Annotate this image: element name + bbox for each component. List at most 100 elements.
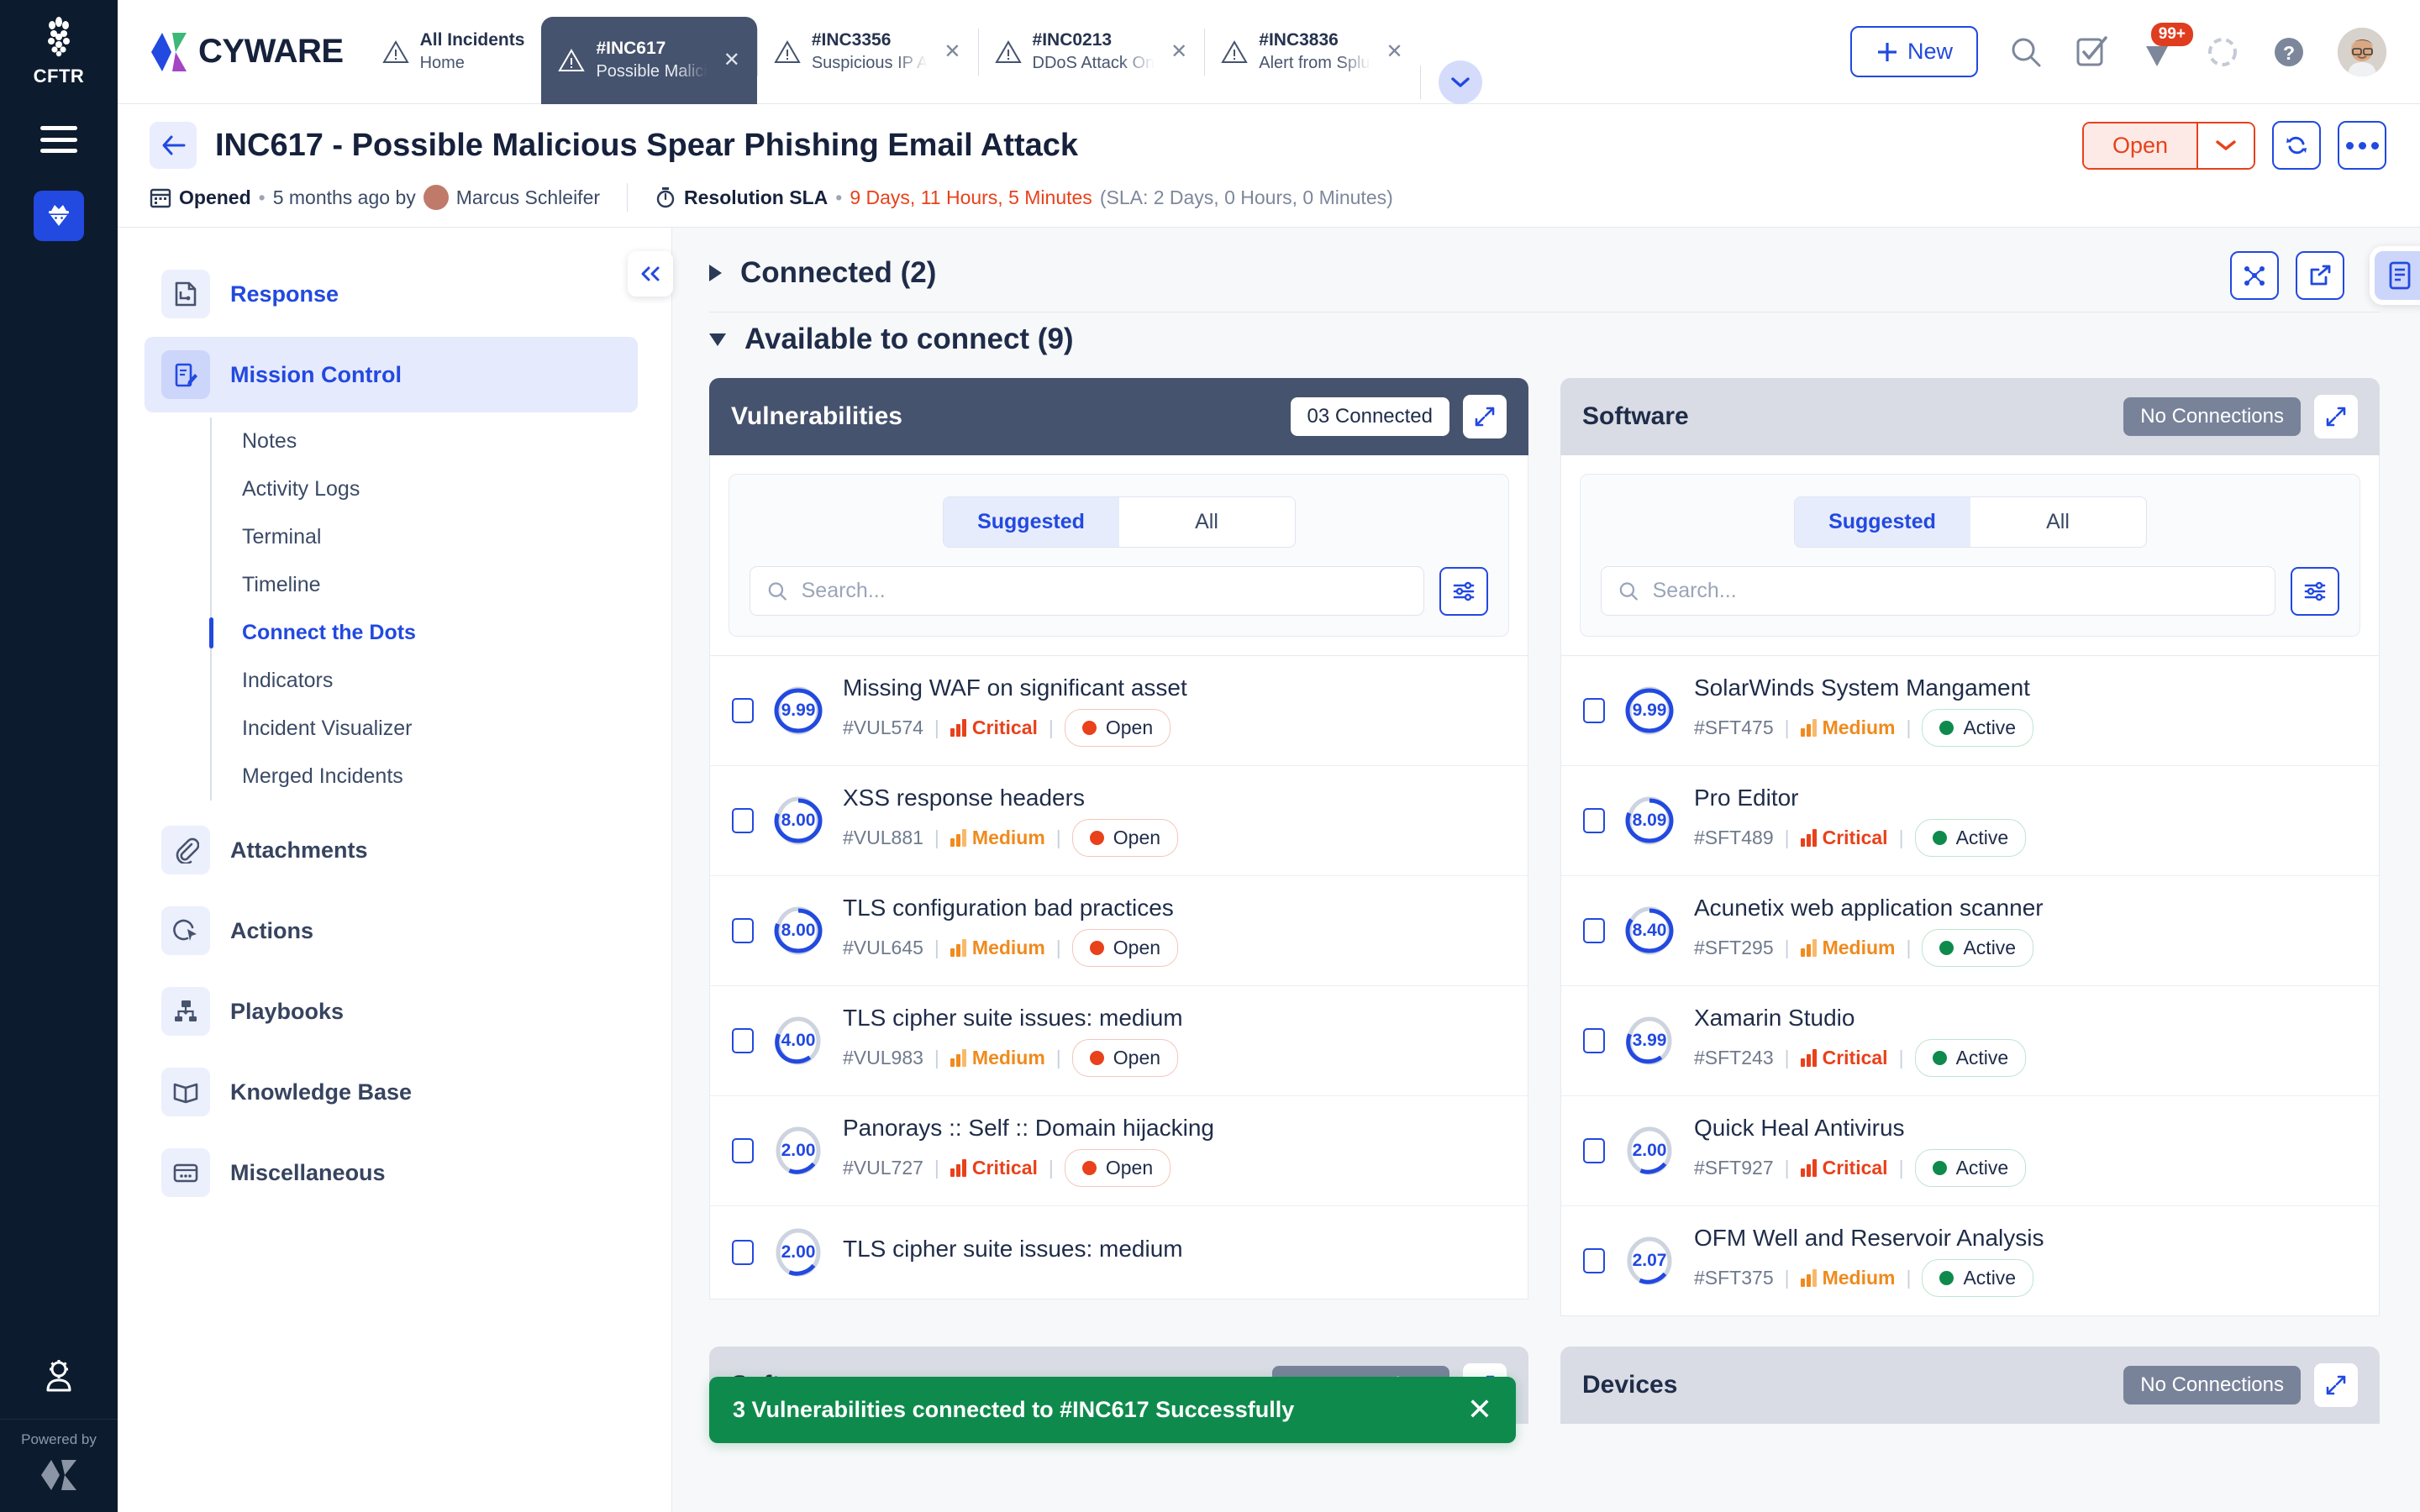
- separator: |: [934, 1047, 939, 1068]
- status-badge[interactable]: Open: [2083, 123, 2196, 168]
- sidebar-item-actions[interactable]: Actions: [145, 893, 638, 969]
- section-connected[interactable]: Connected (2): [709, 251, 2380, 312]
- table-row[interactable]: 8.00 TLS configuration bad practices #VU…: [710, 875, 1528, 985]
- sidebar-item-miscellaneous[interactable]: Miscellaneous: [145, 1135, 638, 1210]
- sla-target: (SLA: 2 Days, 0 Hours, 0 Minutes): [1099, 186, 1393, 208]
- sla-elapsed: 9 Days, 11 Hours, 5 Minutes: [850, 186, 1092, 208]
- more-options-icon[interactable]: [2338, 121, 2386, 170]
- filter-panel: Suggested All: [1580, 474, 2360, 637]
- tab-inc617[interactable]: #INC617 Possible Malici ✕: [541, 16, 757, 104]
- chevron-right-icon[interactable]: [709, 265, 722, 281]
- checklist-icon[interactable]: [2074, 34, 2109, 70]
- tab-close-icon[interactable]: ✕: [1386, 39, 1403, 64]
- chevron-double-left-icon[interactable]: [628, 251, 673, 297]
- table-row[interactable]: 2.00 Panorays :: Self :: Domain hijackin…: [710, 1095, 1528, 1205]
- row-checkbox[interactable]: [732, 1028, 754, 1053]
- tab-close-icon[interactable]: ✕: [944, 39, 960, 64]
- row-checkbox[interactable]: [732, 918, 754, 943]
- chevron-down-icon[interactable]: [709, 333, 726, 346]
- search-input[interactable]: [1652, 579, 2258, 603]
- tab-inc3836[interactable]: #INC3836 Alert from Splu ✕: [1204, 0, 1419, 104]
- tab-close-icon[interactable]: ✕: [723, 48, 740, 72]
- spy-agent-icon[interactable]: [34, 191, 84, 241]
- row-checkbox[interactable]: [1583, 808, 1605, 833]
- chevron-down-icon[interactable]: [2196, 123, 2254, 168]
- table-row[interactable]: 3.99 Xamarin Studio #SFT243 | Critical |…: [1561, 985, 2379, 1095]
- sidebar-item-timeline[interactable]: Timeline: [212, 561, 638, 609]
- row-title: XSS response headers: [843, 785, 1085, 811]
- row-checkbox[interactable]: [1583, 698, 1605, 723]
- table-row[interactable]: 2.07 OFM Well and Reservoir Analysis #SF…: [1561, 1205, 2379, 1315]
- sidebar-item-terminal[interactable]: Terminal: [212, 513, 638, 561]
- sidebar-item-knowledge-base[interactable]: Knowledge Base: [145, 1054, 638, 1130]
- row-checkbox[interactable]: [732, 808, 754, 833]
- arrow-left-icon[interactable]: [150, 122, 197, 169]
- filter-sliders-icon[interactable]: [1439, 566, 1488, 616]
- table-row[interactable]: 4.00 TLS cipher suite issues: medium #VU…: [710, 985, 1528, 1095]
- expand-diagonal-icon[interactable]: [1463, 395, 1507, 438]
- help-circle-icon[interactable]: ?: [2270, 34, 2307, 71]
- search-icon[interactable]: [2008, 34, 2044, 70]
- row-checkbox[interactable]: [732, 1240, 754, 1265]
- table-row[interactable]: 9.99 Missing WAF on significant asset #V…: [710, 655, 1528, 765]
- sidebar-item-activity-logs[interactable]: Activity Logs: [212, 465, 638, 513]
- table-row[interactable]: 8.09 Pro Editor #SFT489 | Critical | Act…: [1561, 765, 2379, 875]
- sidebar-item-notes[interactable]: Notes: [212, 417, 638, 465]
- search-input[interactable]: [801, 579, 1407, 603]
- table-row[interactable]: 2.00 TLS cipher suite issues: medium: [710, 1205, 1528, 1299]
- node-graph-icon[interactable]: [2230, 251, 2279, 300]
- tab-suggested[interactable]: Suggested: [943, 497, 1119, 547]
- notification-bell-icon[interactable]: 99+: [2139, 22, 2193, 70]
- sidebar-item-connect-the-dots[interactable]: Connect the Dots: [209, 609, 638, 657]
- sync-refresh-icon[interactable]: [2272, 121, 2321, 170]
- chevron-down-icon[interactable]: [1419, 60, 1482, 104]
- close-icon[interactable]: ✕: [1467, 1394, 1492, 1425]
- sidebar-item-playbooks[interactable]: Playbooks: [145, 974, 638, 1049]
- expand-diagonal-icon[interactable]: [2314, 1363, 2358, 1407]
- row-id: #VUL881: [843, 827, 923, 848]
- row-checkbox[interactable]: [1583, 1138, 1605, 1163]
- body-region: Response Mission Control Notes Activity …: [118, 228, 2420, 1512]
- search-box[interactable]: [750, 566, 1424, 616]
- row-checkbox[interactable]: [1583, 1028, 1605, 1053]
- tab-suggested[interactable]: Suggested: [1794, 497, 1970, 547]
- sidebar-item-response[interactable]: Response: [145, 256, 638, 332]
- filter-sliders-icon[interactable]: [2291, 566, 2339, 616]
- user-gear-icon[interactable]: [39, 1338, 78, 1419]
- row-checkbox[interactable]: [1583, 918, 1605, 943]
- subnav-label: Timeline: [242, 573, 321, 596]
- paperclip-glyph: [176, 837, 199, 864]
- table-row[interactable]: 2.00 Quick Heal Antivirus #SFT927 | Crit…: [1561, 1095, 2379, 1205]
- avatar[interactable]: [2338, 27, 2386, 76]
- table-row[interactable]: 9.99 SolarWinds System Mangament #SFT475…: [1561, 655, 2379, 765]
- tab-inc0213[interactable]: #INC0213 DDoS Attack On ✕: [977, 0, 1205, 104]
- row-checkbox[interactable]: [732, 698, 754, 723]
- severity-badge: Medium: [950, 1047, 1045, 1069]
- table-row[interactable]: 8.40 Acunetix web application scanner #S…: [1561, 875, 2379, 985]
- row-checkbox[interactable]: [1583, 1248, 1605, 1273]
- tab-all[interactable]: All: [1970, 497, 2146, 547]
- sidebar-item-attachments[interactable]: Attachments: [145, 812, 638, 888]
- tab-all-incidents[interactable]: All Incidents Home: [366, 0, 542, 104]
- sidebar-item-mission-control[interactable]: Mission Control: [145, 337, 638, 412]
- hamburger-icon[interactable]: [40, 126, 77, 153]
- tab-close-icon[interactable]: ✕: [1171, 39, 1187, 64]
- sidebar-item-incident-visualizer[interactable]: Incident Visualizer: [212, 705, 638, 753]
- table-row[interactable]: 8.00 XSS response headers #VUL881 | Medi…: [710, 765, 1528, 875]
- severity-badge: Critical: [1800, 1157, 1888, 1179]
- brand-logo[interactable]: CYWARE: [118, 30, 366, 74]
- section-available-to-connect[interactable]: Available to connect (9): [709, 318, 2380, 378]
- expand-diagonal-icon[interactable]: [2314, 395, 2358, 438]
- sidebar-item-indicators[interactable]: Indicators: [212, 657, 638, 705]
- card-software: Software No Connections Suggested All Se…: [1560, 378, 2380, 1316]
- details-panel-icon[interactable]: [2370, 246, 2420, 305]
- search-box[interactable]: [1601, 566, 2275, 616]
- status-dropdown[interactable]: Open: [2081, 121, 2255, 170]
- loading-spinner-icon[interactable]: [2205, 34, 2240, 70]
- sidebar-item-merged-incidents[interactable]: Merged Incidents: [212, 753, 638, 801]
- tab-inc3356[interactable]: #INC3356 Suspicious IP A ✕: [756, 0, 978, 104]
- tab-all[interactable]: All: [1119, 497, 1295, 547]
- new-button[interactable]: New: [1849, 26, 1978, 77]
- share-external-icon[interactable]: [2296, 251, 2344, 300]
- row-checkbox[interactable]: [732, 1138, 754, 1163]
